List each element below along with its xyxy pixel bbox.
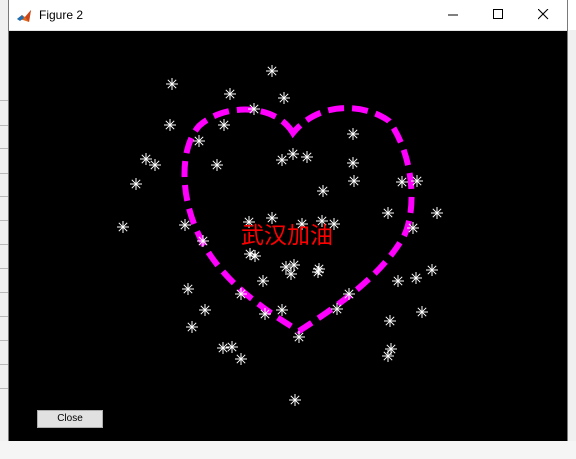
star-marker xyxy=(317,185,329,197)
star-marker xyxy=(431,207,443,219)
background-app-strip xyxy=(0,0,8,459)
star-marker xyxy=(259,308,271,320)
star-marker xyxy=(343,288,355,300)
star-marker xyxy=(416,306,428,318)
plot-text-label: 武汉加油 xyxy=(241,223,333,249)
star-marker xyxy=(179,219,191,231)
star-marker xyxy=(235,288,247,300)
star-marker xyxy=(248,103,260,115)
star-marker xyxy=(164,119,176,131)
star-marker xyxy=(392,275,404,287)
star-marker xyxy=(130,178,142,190)
star-marker xyxy=(117,221,129,233)
star-marker xyxy=(385,343,397,355)
matlab-icon xyxy=(16,8,32,24)
close-window-button[interactable] xyxy=(521,0,566,30)
star-marker xyxy=(182,283,194,295)
star-marker xyxy=(276,154,288,166)
star-marker xyxy=(411,175,423,187)
star-marker xyxy=(410,272,422,284)
star-marker xyxy=(166,78,178,90)
title-bar[interactable]: Figure 2 xyxy=(9,0,567,31)
star-marker xyxy=(426,264,438,276)
star-marker xyxy=(287,148,299,160)
star-marker xyxy=(347,157,359,169)
star-marker xyxy=(211,159,223,171)
star-marker xyxy=(293,331,305,343)
star-marker xyxy=(396,176,408,188)
star-marker xyxy=(235,353,247,365)
star-marker xyxy=(407,222,419,234)
star-marker xyxy=(347,128,359,140)
star-marker xyxy=(285,268,297,280)
close-icon xyxy=(538,9,549,20)
star-marker xyxy=(217,342,229,354)
star-marker xyxy=(149,159,161,171)
star-marker xyxy=(257,275,269,287)
star-marker xyxy=(226,341,238,353)
star-marker xyxy=(331,303,343,315)
star-marker xyxy=(249,250,261,262)
star-marker xyxy=(313,263,325,275)
star-marker xyxy=(197,235,209,247)
minimize-icon xyxy=(448,14,458,16)
star-marker xyxy=(382,207,394,219)
window-title: Figure 2 xyxy=(39,8,84,22)
star-marker xyxy=(280,261,292,273)
star-marker xyxy=(140,153,152,165)
maximize-button[interactable] xyxy=(476,0,521,30)
star-marker xyxy=(276,304,288,316)
star-marker xyxy=(224,88,236,100)
star-marker xyxy=(301,151,313,163)
star-marker xyxy=(186,321,198,333)
background-app-right xyxy=(568,30,576,459)
star-marker xyxy=(348,175,360,187)
close-button[interactable]: Close xyxy=(37,410,103,428)
star-marker xyxy=(218,119,230,131)
figure-window: Figure 2 武汉加油 Close xyxy=(8,0,568,441)
star-marker xyxy=(288,259,300,271)
star-marker xyxy=(193,135,205,147)
star-marker xyxy=(384,315,396,327)
star-marker xyxy=(289,394,301,406)
star-marker xyxy=(199,304,211,316)
background-app-bottom xyxy=(0,441,576,459)
star-marker xyxy=(278,92,290,104)
maximize-icon xyxy=(493,9,503,19)
minimize-button[interactable] xyxy=(431,0,476,30)
star-marker xyxy=(266,65,278,77)
